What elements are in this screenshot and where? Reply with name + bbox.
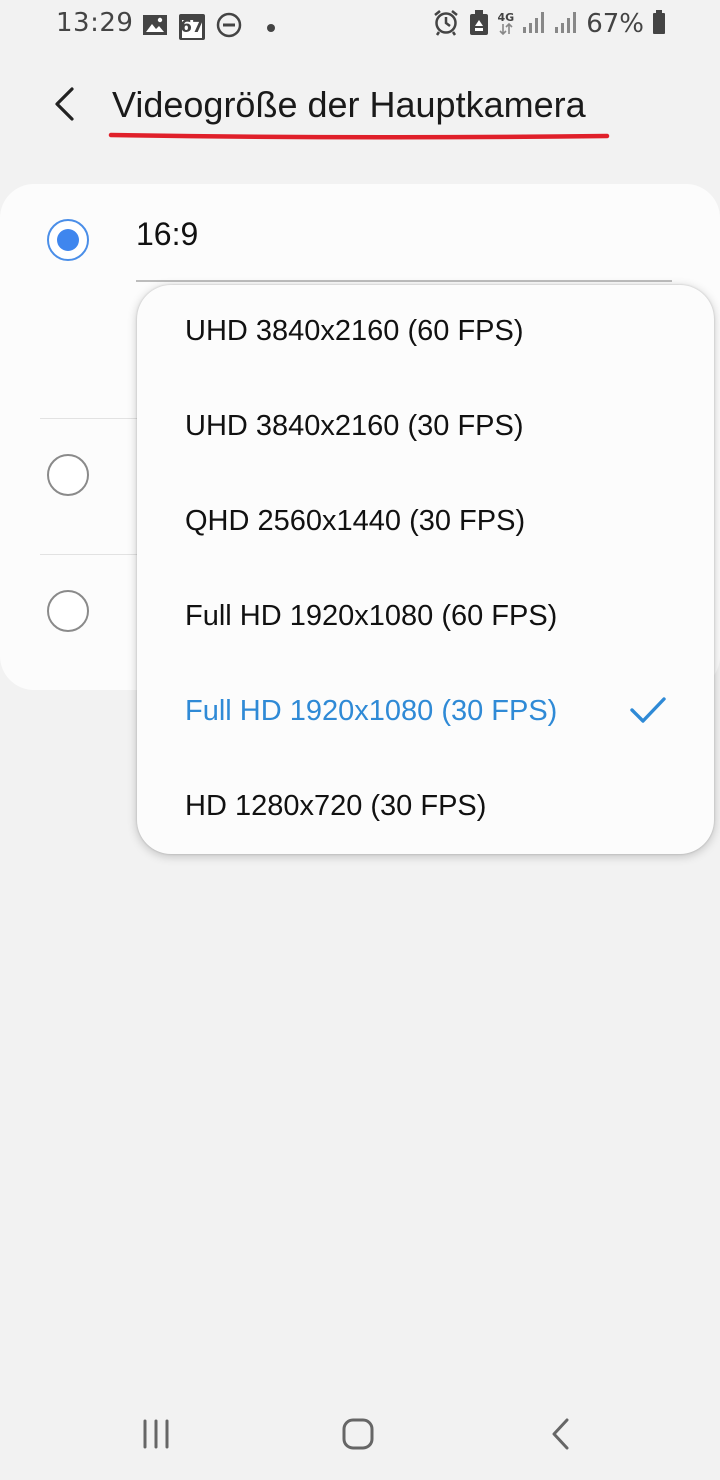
option-label: QHD 2560x1440 (30 FPS)	[185, 505, 526, 537]
dropdown-option-hd-30[interactable]: HD 1280x720 (30 FPS)	[137, 760, 714, 855]
recycle-icon	[468, 8, 490, 40]
do-not-disturb-icon	[216, 12, 242, 42]
status-time: 13:29	[56, 8, 134, 38]
dropdown-option-fhd-30[interactable]: Full HD 1920x1080 (30 FPS)	[137, 665, 714, 760]
back-icon	[549, 1417, 571, 1456]
aspect-ratio-label: 16:9	[136, 216, 199, 252]
nav-back-button[interactable]	[530, 1414, 590, 1458]
option-label: Full HD 1920x1080 (30 FPS)	[185, 695, 558, 727]
calendar-badge-number: 67	[180, 17, 204, 37]
option-label: UHD 3840x2160 (30 FPS)	[185, 410, 524, 442]
video-size-dropdown: UHD 3840x2160 (60 FPS) UHD 3840x2160 (30…	[137, 285, 714, 854]
aspect-dropdown-underline	[136, 280, 672, 282]
checkmark-icon	[630, 697, 666, 723]
battery-icon	[652, 9, 666, 39]
recent-apps-button[interactable]	[126, 1414, 186, 1458]
signal-icon-2	[554, 10, 578, 38]
home-icon	[341, 1417, 375, 1456]
navigation-bar	[0, 1390, 720, 1480]
back-button[interactable]	[44, 84, 84, 128]
status-left-icons: 67	[142, 12, 276, 42]
alarm-icon	[432, 8, 460, 40]
signal-icon	[522, 10, 546, 38]
app-header: Videogröße der Hauptkamera	[0, 70, 720, 150]
battery-percent: 67%	[586, 9, 644, 39]
dropdown-option-fhd-60[interactable]: Full HD 1920x1080 (60 FPS)	[137, 570, 714, 665]
chevron-left-icon	[52, 86, 76, 127]
gallery-icon	[142, 13, 168, 41]
option-label: Full HD 1920x1080 (60 FPS)	[185, 600, 558, 632]
option-label: UHD 3840x2160 (60 FPS)	[185, 315, 524, 347]
page-title: Videogröße der Hauptkamera	[112, 84, 586, 125]
radio-aspect-16-9[interactable]	[47, 219, 89, 261]
dot-icon	[266, 18, 276, 37]
network-type-label: 4G	[497, 11, 515, 24]
recent-apps-icon	[140, 1418, 172, 1455]
network-type-icon: 4G	[497, 11, 515, 35]
dropdown-option-uhd-30[interactable]: UHD 3840x2160 (30 FPS)	[137, 380, 714, 475]
calendar-badge-icon: 67	[178, 13, 206, 41]
status-right-icons: 4G 67%	[432, 8, 666, 40]
status-bar: 13:29 67 4G 67%	[0, 0, 720, 52]
dropdown-option-uhd-60[interactable]: UHD 3840x2160 (60 FPS)	[137, 285, 714, 380]
radio-aspect-option-3[interactable]	[47, 590, 89, 632]
home-button[interactable]	[328, 1414, 388, 1458]
radio-aspect-option-2[interactable]	[47, 454, 89, 496]
option-label: HD 1280x720 (30 FPS)	[185, 790, 487, 822]
title-annotation-underline	[108, 132, 610, 140]
dropdown-option-qhd-30[interactable]: QHD 2560x1440 (30 FPS)	[137, 475, 714, 570]
